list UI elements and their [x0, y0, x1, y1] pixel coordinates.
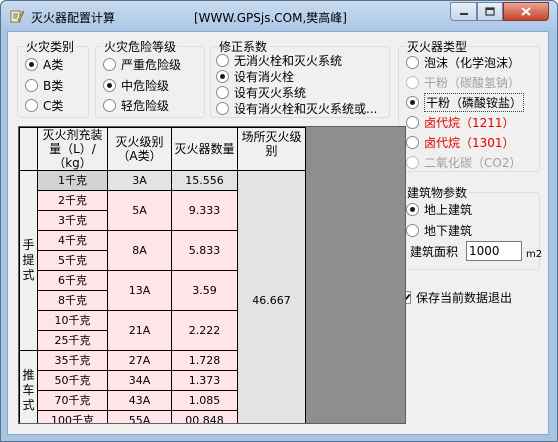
building-params-legend: 建筑物参数 — [407, 186, 468, 200]
group-label-portable: 手提式 — [19, 170, 38, 351]
radio-selected-icon — [216, 69, 229, 83]
fire-type-a-radio[interactable]: A类 — [25, 56, 63, 72]
table-cell-agent[interactable]: 100千克 — [37, 410, 108, 423]
radio-icon — [216, 101, 229, 115]
table-cell-count[interactable]: 1.373 — [171, 370, 238, 391]
extinguisher-powder-phosphate-radio[interactable]: 干粉（磷酸铵盐） — [406, 92, 525, 112]
table-cell-agent[interactable]: 8千克 — [37, 290, 108, 311]
hazard-severe-radio[interactable]: 严重危险级 — [103, 56, 181, 72]
header-corner-cell — [19, 127, 38, 171]
correction-system-radio[interactable]: 设有灭火系统 — [216, 84, 306, 100]
table-cell-level[interactable]: 8A — [107, 230, 172, 271]
table-cell-agent[interactable]: 50千克 — [37, 370, 108, 391]
extinguisher-co2-radio[interactable]: 二氧化碳（CO2） — [406, 154, 521, 170]
correction-both-radio[interactable]: 设有消火栓和灭火系统或... — [216, 100, 388, 116]
hazard-level-legend: 火灾危险等级 — [104, 40, 177, 54]
radio-icon — [103, 98, 116, 112]
table-cell-count[interactable]: 1.728 — [171, 350, 238, 371]
table-cell-agent[interactable]: 35千克 — [37, 350, 108, 371]
table-cell-level[interactable]: 34A — [107, 370, 172, 391]
title-bar[interactable]: 灭火器配置计算 [WWW.GPSjs.COM,樊高峰] — [1, 1, 557, 32]
table-cell-level[interactable]: 5A — [107, 190, 172, 231]
radio-icon — [406, 75, 419, 89]
extinguisher-foam-radio[interactable]: 泡沫（化学泡沫） — [406, 54, 520, 70]
fire-type-legend: 火灾类别 — [26, 40, 75, 54]
building-above-ground-radio[interactable]: 地上建筑 — [406, 201, 472, 217]
extinguisher-halon-1301-radio[interactable]: 卤代烷（1301） — [406, 134, 515, 150]
radio-icon — [103, 57, 116, 71]
building-area-unit: m2 — [526, 248, 543, 260]
radio-selected-icon — [103, 78, 116, 92]
extinguisher-type-legend: 灭火器类型 — [407, 40, 468, 54]
correction-hydrant-radio[interactable]: 设有消火栓 — [216, 68, 294, 84]
radio-icon — [406, 155, 419, 169]
maximize-button[interactable] — [477, 2, 503, 21]
table-cell-count[interactable]: 3.59 — [171, 270, 238, 311]
fire-type-c-radio[interactable]: C类 — [25, 97, 63, 113]
building-area-label: 建筑面积 — [410, 244, 459, 259]
hazard-light-radio[interactable]: 轻危险级 — [103, 97, 169, 113]
close-button[interactable] — [503, 2, 549, 21]
radio-icon — [216, 85, 229, 99]
table-cell-site-level[interactable]: 46.667 — [237, 170, 306, 423]
table-cell-level[interactable]: 3A — [107, 170, 172, 191]
correction-none-radio[interactable]: 无消火栓和灭火系统 — [216, 52, 342, 68]
radio-selected-icon — [406, 202, 419, 216]
header-extinguish-level: 灭火级别（A类） — [107, 127, 172, 171]
header-site-level: 场所灭火级别 — [237, 127, 306, 171]
table-cell-count[interactable]: 00.848 — [171, 410, 238, 423]
radio-icon — [25, 98, 38, 112]
table-cell-count[interactable]: 5.833 — [171, 230, 238, 271]
group-label-wheeled: 推车式 — [19, 350, 38, 423]
extinguisher-halon-1211-radio[interactable]: 卤代烷（1211） — [406, 114, 515, 130]
radio-icon — [216, 53, 229, 67]
table-cell-level[interactable]: 13A — [107, 270, 172, 311]
radio-icon — [406, 115, 419, 129]
radio-icon — [406, 135, 419, 149]
table-cell-agent[interactable]: 2千克 — [37, 190, 108, 211]
table-cell-agent[interactable]: 1千克 — [37, 170, 108, 191]
radio-selected-icon — [25, 57, 38, 71]
results-grid[interactable]: 灭火剂充装量（L）/（kg） 灭火级别（A类） 灭火器数量 场所灭火级别 手提式… — [18, 126, 406, 424]
minimize-button[interactable] — [450, 2, 477, 21]
table-cell-agent[interactable]: 10千克 — [37, 310, 108, 331]
radio-icon — [25, 78, 38, 92]
table-cell-count[interactable]: 1.085 — [171, 390, 238, 411]
table-cell-agent[interactable]: 70千克 — [37, 390, 108, 411]
app-icon — [10, 10, 25, 23]
table-cell-level[interactable]: 27A — [107, 350, 172, 371]
table-cell-count[interactable]: 15.556 — [171, 170, 238, 191]
building-underground-radio[interactable]: 地下建筑 — [406, 222, 472, 238]
table-cell-agent[interactable]: 6千克 — [37, 270, 108, 291]
hazard-medium-radio[interactable]: 中危险级 — [103, 77, 169, 93]
radio-icon — [406, 223, 419, 237]
fire-type-b-radio[interactable]: B类 — [25, 77, 63, 93]
window-author-url: [WWW.GPSjs.COM,樊高峰] — [194, 11, 347, 25]
results-table: 灭火剂充装量（L）/（kg） 灭火级别（A类） 灭火器数量 场所灭火级别 手提式… — [19, 127, 306, 423]
table-cell-count[interactable]: 2.222 — [171, 310, 238, 351]
window-title: 灭火器配置计算 — [31, 11, 116, 25]
table-cell-level[interactable]: 21A — [107, 310, 172, 351]
extinguisher-powder-bicarb-radio[interactable]: 干粉（碳酸氢钠） — [406, 74, 520, 90]
table-cell-agent[interactable]: 5千克 — [37, 250, 108, 271]
header-extinguisher-count: 灭火器数量 — [171, 127, 238, 171]
minimize-icon — [459, 12, 468, 15]
table-cell-agent[interactable]: 3千克 — [37, 210, 108, 231]
table-cell-count[interactable]: 9.333 — [171, 190, 238, 231]
close-icon — [521, 7, 531, 16]
save-data-exit-checkbox[interactable]: 保存当前数据退出 — [398, 289, 512, 305]
table-cell-level[interactable]: 43A — [107, 390, 172, 411]
table-cell-agent[interactable]: 25千克 — [37, 330, 108, 351]
radio-selected-icon — [406, 95, 419, 109]
table-cell-agent[interactable]: 4千克 — [37, 230, 108, 251]
header-agent-amount: 灭火剂充装量（L）/（kg） — [37, 127, 108, 171]
radio-icon — [406, 55, 419, 69]
maximize-icon — [485, 7, 495, 16]
building-area-input[interactable]: 1000 — [466, 241, 522, 261]
table-cell-level[interactable]: 55A — [107, 410, 172, 423]
